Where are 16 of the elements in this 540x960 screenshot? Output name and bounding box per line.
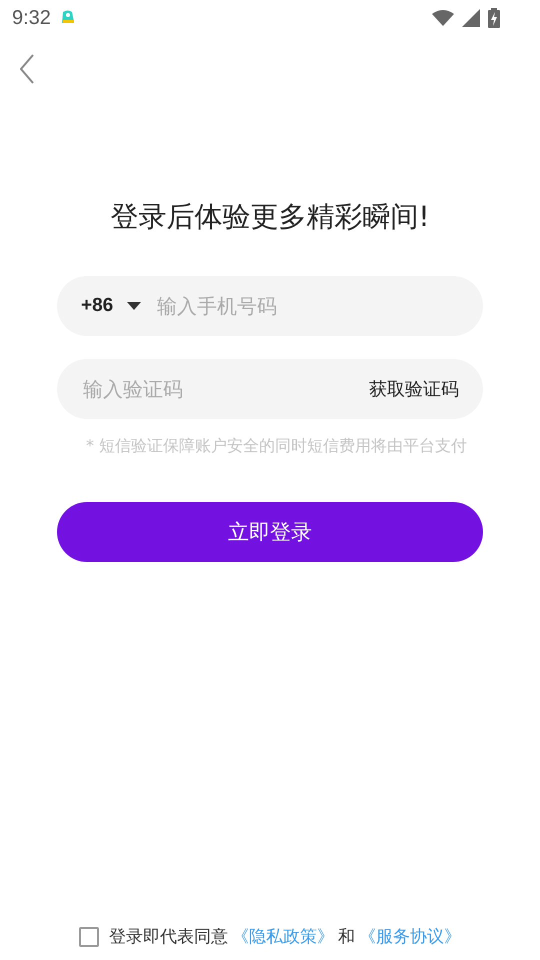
- agreement-text: 登录即代表同意: [109, 926, 228, 948]
- back-button[interactable]: [20, 54, 34, 86]
- battery-charging-icon: [488, 8, 500, 28]
- code-field[interactable]: 输入验证码 获取验证码: [57, 359, 483, 419]
- caret-icon: [127, 302, 142, 310]
- wifi-icon: [432, 10, 454, 26]
- country-code-selector[interactable]: +86: [81, 295, 114, 317]
- login-button[interactable]: 立即登录: [57, 502, 483, 562]
- status-time: 9:32: [12, 6, 51, 30]
- signal-icon: [462, 9, 480, 27]
- phone-field[interactable]: +86 输入手机号码: [57, 276, 483, 336]
- conjunction-text: 和: [338, 926, 355, 948]
- hint-text: * 短信验证保障账户安全的同时短信费用将由平台支付: [86, 435, 468, 456]
- page-title: 登录后体验更多精彩瞬间!: [109, 199, 431, 235]
- agreement-checkbox[interactable]: [79, 926, 99, 946]
- get-code-button[interactable]: 获取验证码: [369, 377, 459, 401]
